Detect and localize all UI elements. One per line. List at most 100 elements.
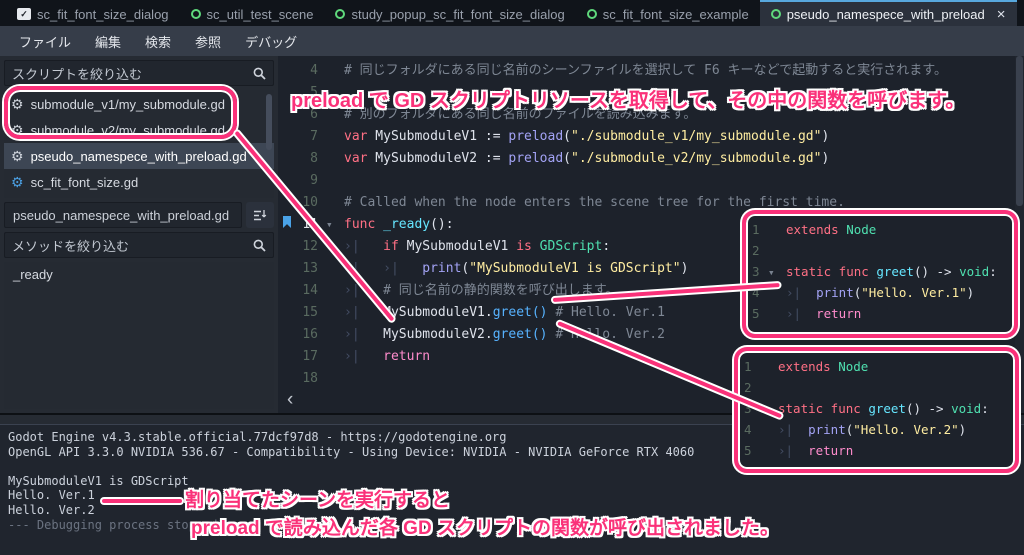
- gear-icon: ⚙: [11, 123, 24, 137]
- node-circle-icon: [771, 9, 781, 19]
- code-segment: is: [516, 239, 532, 254]
- code-segment: ): [821, 151, 829, 166]
- code-line: 11▾func _ready():: [278, 214, 1024, 236]
- line-number: 4: [278, 60, 326, 82]
- script-item[interactable]: ⚙submodule_v2/my_submodule.gd: [4, 117, 274, 143]
- code-segment: func: [344, 217, 375, 232]
- node-circle-icon: [335, 9, 345, 19]
- output-line: MySubmoduleV1 is GDScript: [8, 474, 1016, 489]
- code-segment: MySubmoduleV2: [367, 151, 484, 166]
- tab-label: sc_fit_font_size_dialog: [37, 7, 169, 22]
- method-item-_ready[interactable]: _ready: [4, 262, 274, 286]
- script-item[interactable]: ⚙ sc_fit_font_size.gd: [4, 169, 274, 195]
- output-line: OpenGL API 3.3.0 NVIDIA 536.67 - Compati…: [8, 445, 1016, 460]
- tab-label: sc_util_test_scene: [207, 7, 314, 22]
- panel-divider[interactable]: [0, 413, 1024, 425]
- line-number: 8: [278, 148, 326, 170]
- line-number: 14: [278, 280, 326, 302]
- tab-label: study_popup_sc_fit_font_size_dialog: [351, 7, 564, 22]
- menu-item-編集[interactable]: 編集: [84, 28, 132, 55]
- chevron-left-icon[interactable]: ‹: [287, 389, 293, 411]
- code-segment: preload: [508, 151, 563, 166]
- scene-tab-sc_fit_font_size_example[interactable]: sc_fit_font_size_example: [576, 0, 760, 26]
- script-path-field: pseudo_namespece_with_preload.gd: [4, 202, 242, 228]
- script-item-label: submodule_v1/my_submodule.gd: [31, 97, 225, 112]
- code-segment: ›|: [344, 283, 383, 298]
- menu-item-参照[interactable]: 参照: [184, 28, 232, 55]
- menu-item-ファイル[interactable]: ファイル: [8, 28, 82, 55]
- code-line: 4 # 同じフォルダにある同じ名前のシーンファイルを選択して F6 キーなどで起動…: [278, 60, 1024, 82]
- line-number: 7: [278, 126, 326, 148]
- tab-label: pseudo_namespece_with_preload: [787, 7, 985, 22]
- script-menu-bar: ファイル編集検索参照デバッグ: [0, 26, 1024, 56]
- node-circle-icon: [587, 9, 597, 19]
- fold-arrow-icon[interactable]: ▾: [326, 214, 344, 236]
- code-segment: ): [821, 129, 829, 144]
- scene-tab-sc_util_test_scene[interactable]: sc_util_test_scene: [180, 0, 325, 26]
- code-segment: greet(): [493, 327, 548, 342]
- code-segment: # 同じフォルダにある同じ名前のシーンファイルを選択して F6 キーなどで起動す…: [344, 63, 947, 78]
- menu-item-検索[interactable]: 検索: [134, 28, 182, 55]
- script-list-scrollbar[interactable]: [266, 94, 272, 150]
- code-segment: ›|: [383, 261, 422, 276]
- code-segment: ›|: [344, 239, 383, 254]
- script-item-label: sc_fit_font_size.gd: [31, 175, 139, 190]
- gear-icon: ⚙: [11, 149, 24, 163]
- script-item[interactable]: ⚙ pseudo_namespece_with_preload.gd: [4, 143, 274, 169]
- code-lines: 4 # 同じフォルダにある同じ名前のシーンファイルを選択して F6 キーなどで起動…: [278, 56, 1024, 390]
- code-segment: "./submodule_v1/my_submodule.gd": [571, 129, 821, 144]
- code-segment: ›|: [344, 305, 383, 320]
- code-line: 15›| MySubmoduleV1.greet() # Hello. Ver.…: [278, 302, 1024, 324]
- code-segment: preload: [508, 129, 563, 144]
- close-icon[interactable]: ×: [997, 7, 1006, 22]
- script-filter-input[interactable]: スクリプトを絞り込む: [4, 60, 274, 86]
- menu-item-デバッグ[interactable]: デバッグ: [234, 28, 308, 55]
- code-line: 12▾›| if MySubmoduleV1 is GDScript:: [278, 236, 1024, 258]
- code-segment: GDScript: [532, 239, 602, 254]
- line-number: 10: [278, 192, 326, 214]
- line-number: 13: [278, 258, 326, 280]
- code-segment: # Hello. Ver.2: [548, 327, 665, 342]
- add-tab-button[interactable]: +: [1017, 3, 1024, 23]
- code-segment: return: [383, 349, 430, 364]
- script-item[interactable]: ⚙submodule_v1/my_submodule.gd: [4, 91, 274, 117]
- search-icon: [253, 239, 266, 252]
- code-segment: # Hello. Ver.1: [548, 305, 665, 320]
- code-segment: ›|: [344, 327, 383, 342]
- main-area: スクリプトを絞り込む ⚙submodule_v1/my_submodule.gd…: [0, 56, 1024, 413]
- script-item-label: pseudo_namespece_with_preload.gd: [31, 149, 247, 164]
- tab-label: sc_fit_font_size_example: [603, 7, 749, 22]
- sort-methods-button[interactable]: [246, 202, 274, 228]
- code-segment: print: [422, 261, 461, 276]
- code-segment: MySubmoduleV1: [383, 305, 485, 320]
- code-segment: "MySubmoduleV1 is GDScript": [469, 261, 680, 276]
- search-icon: [253, 67, 266, 80]
- output-line: --- Debugging process stopped ---: [8, 518, 1016, 533]
- code-segment: var: [344, 129, 367, 144]
- gear-icon: ⚙: [11, 175, 24, 189]
- line-number: 9: [278, 170, 326, 192]
- line-number: 16: [278, 324, 326, 346]
- code-segment: :: [602, 239, 610, 254]
- scene-tab-sc_fit_font_size_dialog[interactable]: ✓sc_fit_font_size_dialog: [6, 0, 180, 26]
- code-segment: MySubmoduleV1: [399, 239, 516, 254]
- code-segment: MySubmoduleV1: [367, 129, 484, 144]
- code-segment: :=: [485, 129, 508, 144]
- code-editor[interactable]: 4 # 同じフォルダにある同じ名前のシーンファイルを選択して F6 キーなどで起動…: [278, 56, 1024, 413]
- code-segment: .: [485, 305, 493, 320]
- code-segment: ›|: [344, 349, 383, 364]
- code-segment: # 同じ名前の静的関数を呼び出します。: [383, 283, 618, 298]
- scene-tab-pseudo_namespece_with_preload[interactable]: pseudo_namespece_with_preload ×: [760, 0, 1017, 26]
- scene-tab-study_popup_sc_fit_font_size_dialog[interactable]: study_popup_sc_fit_font_size_dialog: [324, 0, 575, 26]
- output-line: Hello. Ver.1: [8, 488, 1016, 503]
- code-segment: ():: [430, 217, 453, 232]
- editor-scrollbar[interactable]: [1015, 56, 1024, 413]
- code-segment: (: [563, 151, 571, 166]
- method-filter-input[interactable]: メソッドを絞り込む: [4, 232, 274, 258]
- code-segment: MySubmoduleV2: [383, 327, 485, 342]
- output-panel[interactable]: Godot Engine v4.3.stable.official.77dcf9…: [0, 425, 1024, 555]
- code-line: 8var MySubmoduleV2 := preload("./submodu…: [278, 148, 1024, 170]
- godot-script-editor-window: ✓sc_fit_font_size_dialog sc_util_test_sce…: [0, 0, 1024, 555]
- scripts-sidebar: スクリプトを絞り込む ⚙submodule_v1/my_submodule.gd…: [0, 56, 278, 413]
- fold-arrow-icon[interactable]: ▾: [326, 236, 344, 258]
